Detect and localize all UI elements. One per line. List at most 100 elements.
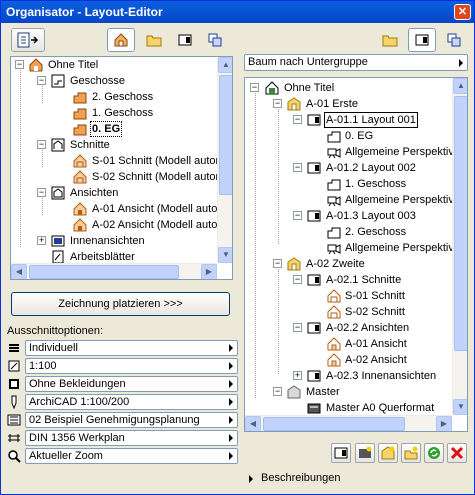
tree-item[interactable]: Master A0 Querformat	[245, 400, 452, 416]
new-master-button[interactable]	[355, 443, 375, 463]
expand-toggle[interactable]: +	[293, 371, 302, 380]
tree-item[interactable]: − A-01.1 Layout 001	[245, 112, 452, 128]
place-drawing-button[interactable]: Zeichnung platzieren >>>	[11, 292, 230, 316]
title-bar[interactable]: Organisator - Layout-Editor ✕	[1, 1, 474, 23]
scroll-right-arrow-icon[interactable]: ▶	[201, 264, 217, 279]
tree-item[interactable]: Allgemeine Perspektive	[245, 240, 460, 256]
scroll-down-arrow-icon[interactable]: ▼	[453, 399, 467, 415]
expand-triangle-icon[interactable]	[249, 475, 253, 483]
tree-item[interactable]: 0. EG	[245, 128, 452, 144]
tree-item[interactable]: 1. Geschoss	[245, 176, 452, 192]
collapse-toggle[interactable]: −	[37, 76, 46, 85]
scroll-up-arrow-icon[interactable]: ▲	[453, 78, 467, 94]
layer-combination-select[interactable]: Individuell	[25, 340, 238, 356]
project-map-tree[interactable]: − Ohne Titel − Geschosse 2. Geschoss 1. …	[10, 56, 233, 280]
left-vertical-scrollbar[interactable]: ▲ ▼	[217, 57, 232, 263]
tree-item[interactable]: A-01 Ansicht	[245, 336, 452, 352]
scroll-thumb[interactable]	[454, 96, 467, 351]
tree-item[interactable]: − Geschosse	[11, 73, 217, 89]
expand-toggle[interactable]: +	[37, 236, 46, 245]
option-pen-set[interactable]: ArchiCAD 1:100/200	[7, 394, 238, 410]
structure-display-select[interactable]: Ohne Bekleidungen	[25, 376, 238, 392]
option-layer-combination[interactable]: Individuell	[7, 340, 238, 356]
new-subset-button[interactable]	[378, 443, 398, 463]
right-publisher-sets-tab[interactable]	[440, 28, 468, 52]
scroll-thumb[interactable]	[263, 417, 405, 431]
descriptions-toggle[interactable]: Beschreibungen	[261, 472, 341, 484]
close-button[interactable]: ✕	[454, 4, 471, 20]
view-map-tab[interactable]	[140, 28, 168, 52]
collapse-toggle[interactable]: −	[293, 115, 302, 124]
project-map-tab[interactable]	[107, 28, 135, 52]
scroll-thumb[interactable]	[219, 75, 232, 195]
tree-item[interactable]: − Ansichten	[11, 185, 217, 201]
tree-item[interactable]: − A-01.3 Layout 003	[245, 208, 452, 224]
collapse-toggle[interactable]: −	[293, 211, 302, 220]
dimension-select[interactable]: DIN 1356 Werkplan	[25, 430, 238, 446]
zoom-select[interactable]: Aktueller Zoom	[25, 448, 238, 464]
scroll-up-arrow-icon[interactable]: ▲	[218, 57, 232, 73]
collapse-toggle[interactable]: −	[273, 387, 282, 396]
tree-item[interactable]: 2. Geschoss	[245, 224, 452, 240]
option-structure-display[interactable]: Ohne Bekleidungen	[7, 376, 238, 392]
tree-item[interactable]: − A-01 Erste	[245, 96, 452, 112]
new-layout-button[interactable]	[331, 443, 351, 463]
tree-item[interactable]: − Ohne Titel	[11, 57, 217, 73]
tree-item[interactable]: + A-02.3 Innenansichten	[245, 368, 452, 384]
model-view-select[interactable]: 02 Beispiel Genehmigungsplanung	[25, 412, 238, 428]
tree-item[interactable]: 1. Geschoss	[11, 105, 217, 121]
tree-item[interactable]: S-01 Schnitt (Modell autom	[11, 153, 225, 169]
right-view-map-tab[interactable]	[376, 28, 404, 52]
publisher-sets-tab[interactable]	[201, 28, 229, 52]
collapse-toggle[interactable]: −	[273, 99, 282, 108]
tree-mode-dropdown[interactable]: Baum nach Untergruppe	[244, 54, 468, 71]
tree-item[interactable]: A-01 Ansicht (Modell autom	[11, 201, 227, 217]
tree-item[interactable]: 2. Geschoss	[11, 89, 217, 105]
right-layout-book-tab[interactable]	[408, 28, 436, 52]
tree-item-selected[interactable]: 0. EG	[11, 121, 217, 137]
scroll-right-arrow-icon[interactable]: ▶	[436, 416, 452, 431]
layout-book-tab[interactable]	[171, 28, 199, 52]
collapse-toggle[interactable]: −	[15, 60, 24, 69]
tree-item[interactable]: S-02 Schnitt	[245, 304, 452, 320]
collapse-toggle[interactable]: −	[37, 188, 46, 197]
new-folder-button[interactable]	[401, 443, 421, 463]
tree-item[interactable]: A-02 Ansicht (Modell autom	[11, 217, 227, 233]
scroll-thumb[interactable]	[29, 265, 179, 279]
option-dimension[interactable]: DIN 1356 Werkplan	[7, 430, 238, 446]
collapse-toggle[interactable]: −	[250, 83, 259, 92]
tree-item[interactable]: − Ohne Titel	[245, 80, 452, 96]
right-vertical-scrollbar[interactable]: ▲ ▼	[452, 78, 467, 415]
option-zoom[interactable]: Aktueller Zoom	[7, 448, 238, 464]
tree-item[interactable]: − Master	[245, 384, 452, 400]
project-map-toggle-button[interactable]	[11, 28, 45, 52]
option-scale[interactable]: 1:100	[7, 358, 238, 374]
tree-item[interactable]: A-02 Ansicht	[245, 352, 452, 368]
layout-book-tree[interactable]: − Ohne Titel − A-01 Erste − A-01.1 Layou…	[244, 77, 468, 432]
collapse-toggle[interactable]: −	[293, 275, 302, 284]
scroll-down-arrow-icon[interactable]: ▼	[218, 247, 232, 263]
update-button[interactable]	[424, 443, 444, 463]
tree-item[interactable]: Allgemeine Perspektive	[245, 192, 460, 208]
tree-item[interactable]: − A-02.1 Schnitte	[245, 272, 452, 288]
tree-item[interactable]: − Schnitte	[11, 137, 217, 153]
scroll-left-arrow-icon[interactable]: ◀	[245, 416, 261, 431]
collapse-toggle[interactable]: −	[293, 323, 302, 332]
collapse-toggle[interactable]: −	[37, 140, 46, 149]
collapse-toggle[interactable]: −	[273, 259, 282, 268]
tree-item[interactable]: Allgemeine Perspektive	[245, 144, 460, 160]
tree-item[interactable]: − A-02 Zweite	[245, 256, 452, 272]
option-model-view[interactable]: 02 Beispiel Genehmigungsplanung	[7, 412, 238, 428]
tree-item[interactable]: S-01 Schnitt	[245, 288, 452, 304]
scroll-left-arrow-icon[interactable]: ◀	[11, 264, 27, 279]
tree-item[interactable]: + Innenansichten	[11, 233, 217, 249]
right-horizontal-scrollbar[interactable]: ◀ ▶	[245, 415, 452, 431]
left-horizontal-scrollbar[interactable]: ◀ ▶	[11, 263, 217, 279]
scale-select[interactable]: 1:100	[25, 358, 238, 374]
collapse-toggle[interactable]: −	[293, 163, 302, 172]
tree-item[interactable]: S-02 Schnitt (Modell autom	[11, 169, 225, 185]
delete-button[interactable]	[447, 443, 467, 463]
tree-item[interactable]: − A-02.2 Ansichten	[245, 320, 452, 336]
pen-set-select[interactable]: ArchiCAD 1:100/200	[25, 394, 238, 410]
tree-item[interactable]: − A-01.2 Layout 002	[245, 160, 452, 176]
